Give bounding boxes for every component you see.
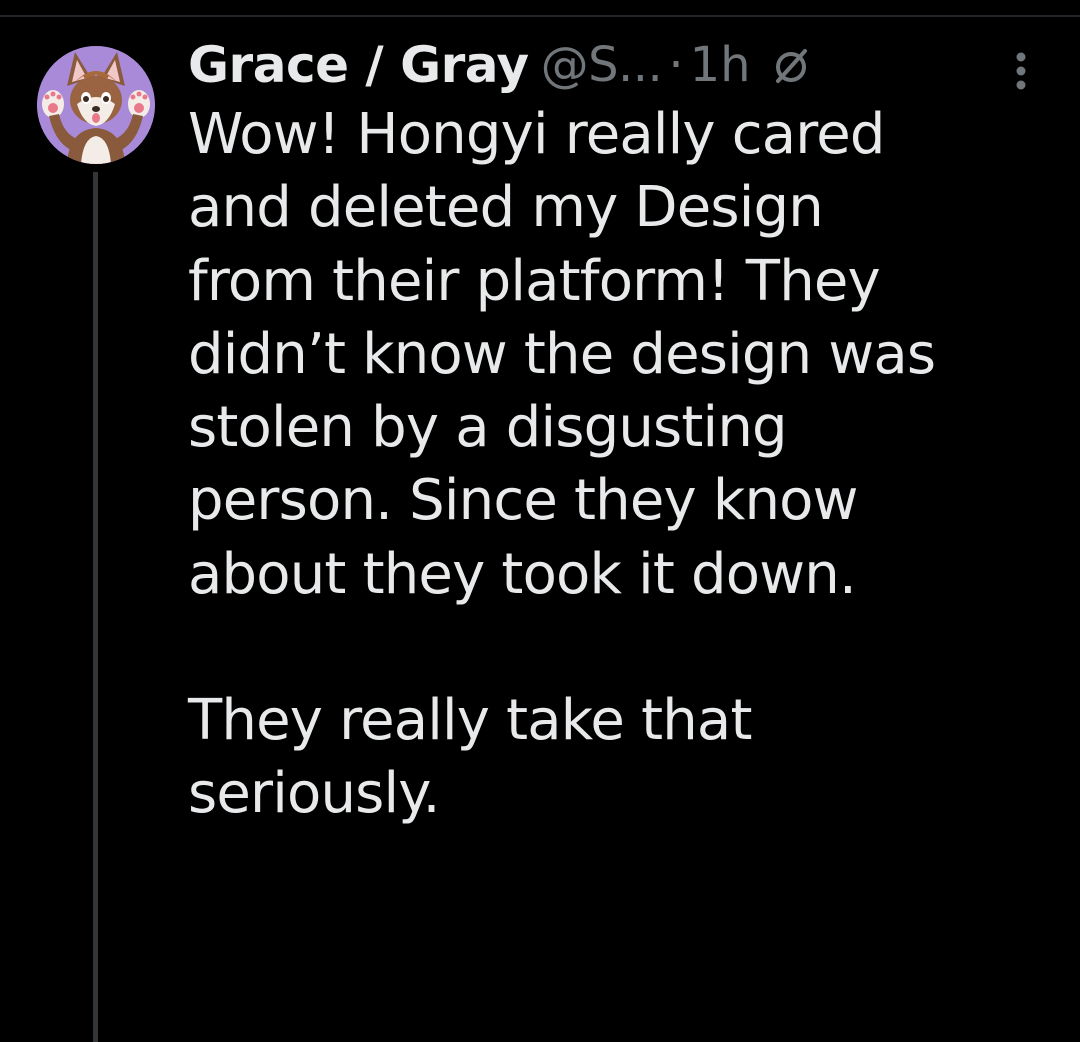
user-handle[interactable]: @S... — [541, 37, 663, 93]
tweet-text-line: Wow! Hongyi really cared — [188, 102, 885, 167]
top-divider — [0, 15, 1080, 17]
tweet-text-line: seriously. — [188, 761, 440, 827]
separator-dot: · — [668, 37, 684, 93]
tweet-text-line: from their platform! They — [188, 248, 881, 314]
tweet-text-line: stolen by a disgusting — [188, 395, 788, 461]
tweet-text-line: person. Since they know — [188, 468, 858, 534]
tweet-text: Wow! Hongyi really cared and deleted my … — [188, 98, 1058, 831]
display-name[interactable]: Grace / Gray — [188, 36, 529, 94]
more-options-icon[interactable] — [1014, 50, 1028, 92]
timestamp[interactable]: 1h — [690, 37, 751, 93]
avatar[interactable] — [37, 46, 155, 164]
tweet-text-line: about they took it down. — [188, 541, 857, 607]
tweet-text-line: They really take that — [188, 688, 752, 754]
tweet-text-line: and deleted my Design — [188, 175, 824, 241]
thread-connector-line — [93, 172, 98, 1042]
tweet-text-line: didn’t know the design was — [188, 321, 936, 387]
slashed-circle-icon — [775, 49, 807, 83]
tweet-header: Grace / Gray @S... · 1h — [188, 34, 1048, 96]
fox-avatar-icon — [37, 46, 155, 164]
